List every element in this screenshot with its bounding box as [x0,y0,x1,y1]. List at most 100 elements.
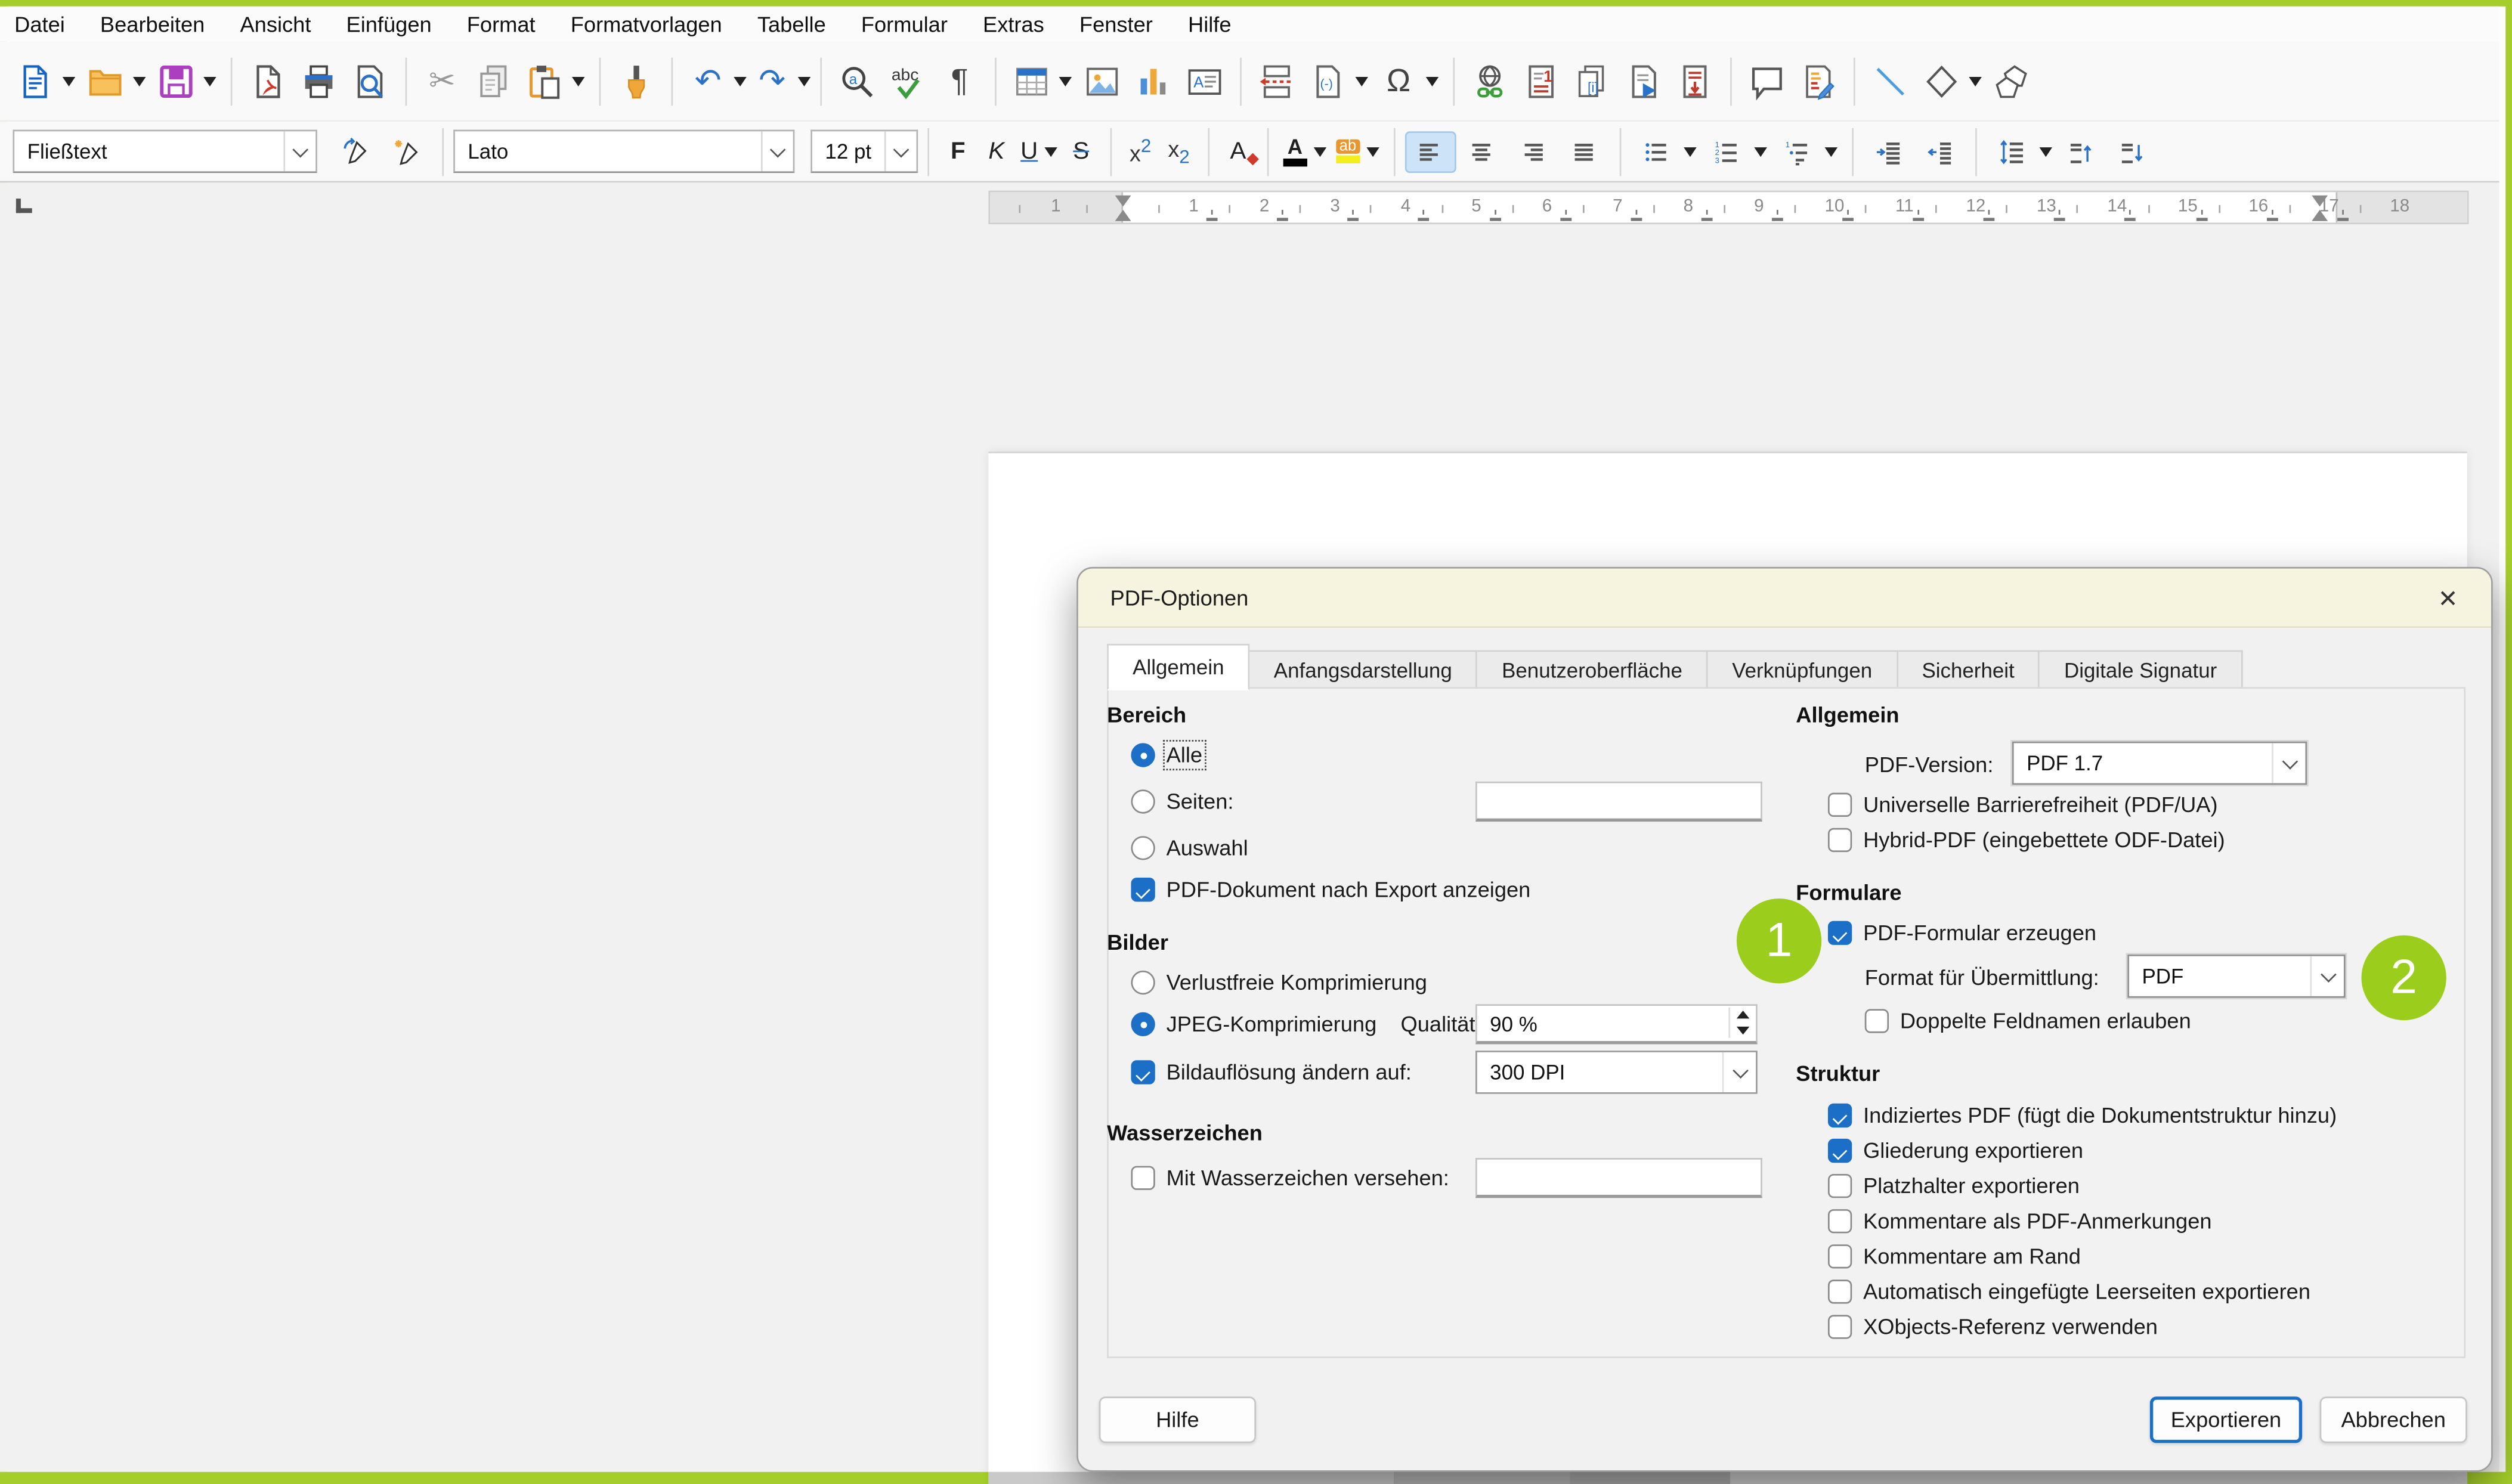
tab-sicherheit[interactable]: Sicherheit [1898,650,2040,689]
italic-button[interactable]: K [977,131,1016,172]
menu-item-formatvorlagen[interactable]: Formatvorlagen [553,7,740,42]
font-size-combobox[interactable]: 12 pt [810,130,918,174]
insert-line-button[interactable] [1865,49,1916,113]
chevron-down-icon[interactable] [2310,956,2344,996]
checkbox-pdfua[interactable]: Universelle Barrierefreiheit (PDF/UA) [1828,793,2218,817]
checkbox-wasserzeichen[interactable]: Mit Wasserzeichen versehen: [1131,1166,1449,1190]
strikethrough-button[interactable]: S [1062,131,1100,172]
menu-item-einfügen[interactable]: Einfügen [329,7,449,42]
radio-verlustfrei[interactable]: Verlustfreie Komprimierung [1131,971,1427,995]
spellcheck-button[interactable]: abc [883,49,934,113]
radio-auswahl[interactable]: Auswahl [1131,836,1248,860]
font-color-button[interactable]: A [1278,131,1331,172]
radio-jpeg[interactable]: JPEG-Komprimierung Qualität: [1131,1012,1481,1036]
insert-image-button[interactable] [1076,49,1128,113]
menu-item-tabelle[interactable]: Tabelle [740,7,843,42]
bullet-list-button[interactable] [1631,131,1701,172]
clone-formatting-button[interactable] [610,49,661,113]
hilfe-button[interactable]: Hilfe [1099,1396,1256,1443]
checkbox-struktur-5[interactable]: Automatisch eingefügte Leerseiten export… [1828,1279,2310,1303]
numbered-list-button[interactable]: 123 [1701,131,1771,172]
radio-alle[interactable]: Alle [1131,743,1202,767]
checkbox-struktur-2[interactable]: Platzhalter exportieren [1828,1174,2080,1198]
cut-button[interactable]: ✂ [416,49,468,113]
checkbox-pdf-formular[interactable]: PDF-Formular erzeugen [1828,921,2096,945]
exportieren-button[interactable]: Exportieren [2150,1396,2302,1443]
menu-item-datei[interactable]: Datei [14,7,82,42]
menu-item-ansicht[interactable]: Ansicht [222,7,329,42]
tab-digitale-signatur[interactable]: Digitale Signatur [2040,650,2243,689]
update-style-button[interactable] [330,131,381,172]
new-document-button[interactable] [10,49,80,113]
save-button[interactable] [151,49,221,113]
insert-section-button[interactable] [1669,49,1721,113]
tab-anfangsdarstellung[interactable]: Anfangsdarstellung [1250,650,1478,689]
insert-chart-button[interactable] [1128,49,1179,113]
chevron-down-icon[interactable] [2272,743,2305,783]
align-justify-button[interactable] [1558,131,1610,172]
outline-list-button[interactable]: 1 [1772,131,1842,172]
checkbox-doppelte-feldnamen[interactable]: Doppelte Feldnamen erlauben [1865,1009,2191,1033]
chevron-down-icon[interactable] [884,131,917,171]
font-name-combobox[interactable]: Lato [453,130,794,174]
menu-item-fenster[interactable]: Fenster [1062,7,1170,42]
menu-item-extras[interactable]: Extras [965,7,1062,42]
pdf-version-combobox[interactable]: PDF 1.7 [2012,742,2307,785]
menu-item-hilfe[interactable]: Hilfe [1170,7,1249,42]
tab-benutzeroberfl-che[interactable]: Benutzeroberfläche [1478,650,1708,689]
dpi-combobox[interactable]: 300 DPI [1475,1051,1758,1094]
open-button[interactable] [80,49,150,113]
draw-functions-button[interactable] [1987,49,2038,113]
insert-cross-reference-button[interactable]: [i] [1567,49,1618,113]
print-preview-button[interactable] [345,49,396,113]
menu-item-bearbeiten[interactable]: Bearbeiten [82,7,222,42]
tab-verkn-pfungen[interactable]: Verknüpfungen [1708,650,1898,689]
insert-text-box-button[interactable]: A [1179,49,1230,113]
tab-allgemein[interactable]: Allgemein [1107,644,1249,690]
tab-stop-selector-icon[interactable] [16,199,32,213]
track-changes-button[interactable] [1793,49,1844,113]
menu-item-format[interactable]: Format [449,7,553,42]
new-style-button[interactable] [381,131,432,172]
find-replace-button[interactable]: a [831,49,883,113]
checkbox-struktur-3[interactable]: Kommentare als PDF-Anmerkungen [1828,1209,2212,1233]
jpeg-quality-spinner[interactable]: 90 % [1475,1004,1758,1044]
copy-button[interactable] [468,49,519,113]
bold-button[interactable]: F [939,131,977,172]
spin-down-icon[interactable] [1730,1023,1754,1038]
spin-up-icon[interactable] [1730,1008,1754,1023]
chevron-down-icon[interactable] [761,131,793,171]
checkbox-struktur-0[interactable]: Indiziertes PDF (fügt die Dokumentstrukt… [1828,1104,2337,1127]
checkbox-pdf-dokument-anzeigen[interactable]: PDF-Dokument nach Export anzeigen [1131,878,1530,901]
underline-button[interactable]: U [1016,131,1062,172]
dropdown-caret-icon[interactable] [798,76,810,86]
align-center-button[interactable] [1456,131,1507,172]
insert-table-button[interactable] [1006,49,1076,113]
checkbox-hybrid-pdf[interactable]: Hybrid-PDF (eingebettete ODF-Datei) [1828,828,2225,852]
decrease-paragraph-spacing-button[interactable] [2108,131,2160,172]
chevron-down-icon[interactable] [283,131,315,171]
close-icon[interactable]: ✕ [2430,581,2465,616]
horizontal-ruler[interactable]: 1 123456789101112131415161718 [988,191,2468,224]
chevron-down-icon[interactable] [1722,1052,1756,1092]
dropdown-caret-icon[interactable] [734,76,746,86]
comment-button[interactable] [1741,49,1793,113]
highlight-color-button[interactable]: ab [1331,131,1384,172]
checkbox-struktur-6[interactable]: XObjects-Referenz verwenden [1828,1315,2158,1339]
abbrechen-button[interactable]: Abbrechen [2320,1396,2467,1443]
decrease-indent-button[interactable] [1914,131,1966,172]
paste-button[interactable] [519,49,589,113]
menu-item-formular[interactable]: Formular [843,7,965,42]
print-button[interactable] [293,49,345,113]
insert-bookmark-button[interactable] [1618,49,1669,113]
checkbox-bildaufloesung[interactable]: Bildauflösung ändern auf: [1131,1060,1411,1084]
seiten-input[interactable] [1475,782,1762,822]
subscript-button[interactable]: x2 [1159,131,1198,172]
clear-formatting-button[interactable]: A◆ [1219,131,1257,172]
left-indent-marker[interactable] [1115,210,1131,221]
dialog-titlebar[interactable]: PDF-Optionen ✕ [1078,569,2491,628]
export-pdf-button[interactable] [242,49,293,113]
align-right-button[interactable] [1507,131,1558,172]
format-uebermittlung-combobox[interactable]: PDF [2127,955,2345,998]
hyperlink-button[interactable] [1464,49,1515,113]
